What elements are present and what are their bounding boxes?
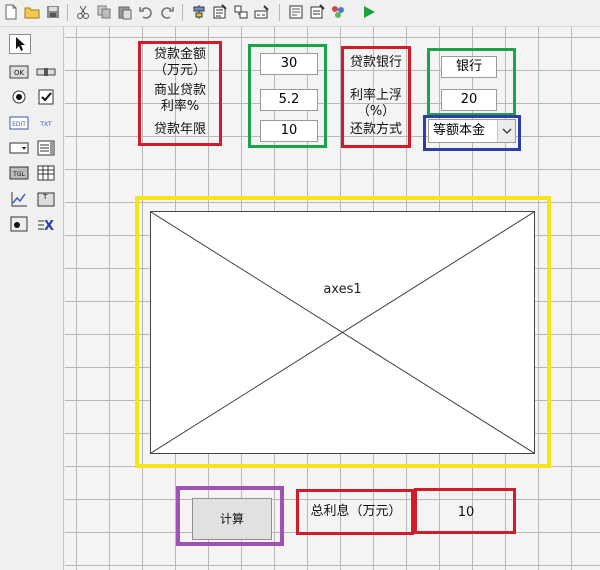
calculate-button[interactable]: 计算 xyxy=(192,498,272,540)
popup-menu-tool[interactable] xyxy=(8,138,30,158)
tab-order-icon[interactable] xyxy=(232,3,250,21)
svg-text:TGL: TGL xyxy=(12,171,25,178)
pointer-tool[interactable] xyxy=(9,34,31,54)
redo-icon[interactable] xyxy=(158,3,176,21)
commercial-rate-input[interactable]: 5.2 xyxy=(260,89,318,111)
loan-years-label: 贷款年限 xyxy=(153,122,206,137)
run-icon[interactable] xyxy=(360,3,378,21)
total-interest-label: 总利息（万元） xyxy=(310,504,402,519)
chevron-down-icon[interactable] xyxy=(497,120,515,142)
save-icon[interactable] xyxy=(44,3,62,21)
loan-bank-input[interactable]: 银行 xyxy=(441,56,497,78)
paste-icon[interactable] xyxy=(116,3,134,21)
push-button-tool[interactable]: OK xyxy=(8,62,30,82)
svg-text:EDIT: EDIT xyxy=(12,121,26,128)
static-text-tool[interactable]: TXT xyxy=(35,113,57,133)
commercial-rate-label: 商业贷款 利率% xyxy=(153,83,206,114)
svg-text:TXT: TXT xyxy=(39,121,52,128)
svg-text:OK: OK xyxy=(14,69,25,77)
undo-icon[interactable] xyxy=(137,3,155,21)
new-file-icon[interactable] xyxy=(2,3,20,21)
toolbar xyxy=(0,0,600,27)
component-palette: OK EDIT TXT TGL T X xyxy=(0,27,64,570)
toolbar-editor-icon[interactable] xyxy=(253,3,271,21)
edit-text-tool[interactable]: EDIT xyxy=(8,113,30,133)
total-interest-value: 10 xyxy=(457,505,475,520)
toggle-button-tool[interactable]: TGL xyxy=(8,163,30,183)
property-inspector-icon[interactable] xyxy=(308,3,326,21)
button-group-tool[interactable] xyxy=(8,214,30,234)
loan-amount-label: 贷款金额 （万元） xyxy=(153,47,206,78)
axes-cross-lines xyxy=(151,212,534,453)
align-objects-icon[interactable] xyxy=(190,3,208,21)
repayment-label: 还款方式 xyxy=(349,122,402,137)
svg-text:T: T xyxy=(42,193,48,201)
copy-icon[interactable] xyxy=(95,3,113,21)
radio-button-tool[interactable] xyxy=(8,87,30,107)
slider-tool[interactable] xyxy=(35,62,57,82)
object-browser-icon[interactable] xyxy=(329,3,347,21)
checkbox-tool[interactable] xyxy=(35,87,57,107)
loan-amount-input[interactable]: 30 xyxy=(260,53,318,75)
svg-text:X: X xyxy=(44,219,54,233)
axes-placeholder[interactable]: axes1 xyxy=(150,211,535,454)
rate-float-label: 利率上浮 （%） xyxy=(349,88,402,119)
loan-years-input[interactable]: 10 xyxy=(260,120,318,142)
menu-editor-icon[interactable] xyxy=(211,3,229,21)
activex-control-tool[interactable]: X xyxy=(35,214,57,234)
editor-icon[interactable] xyxy=(287,3,305,21)
cut-icon[interactable] xyxy=(74,3,92,21)
rate-float-input[interactable]: 20 xyxy=(441,89,497,111)
axes-label: axes1 xyxy=(323,282,362,297)
panel-tool[interactable]: T xyxy=(35,189,57,209)
loan-bank-label: 贷款银行 xyxy=(349,55,402,70)
repayment-select[interactable]: 等额本金 xyxy=(428,119,516,143)
listbox-tool[interactable] xyxy=(35,138,57,158)
axes-tool[interactable] xyxy=(8,189,30,209)
table-tool[interactable] xyxy=(35,163,57,183)
repayment-select-value: 等额本金 xyxy=(433,123,486,138)
open-folder-icon[interactable] xyxy=(23,3,41,21)
